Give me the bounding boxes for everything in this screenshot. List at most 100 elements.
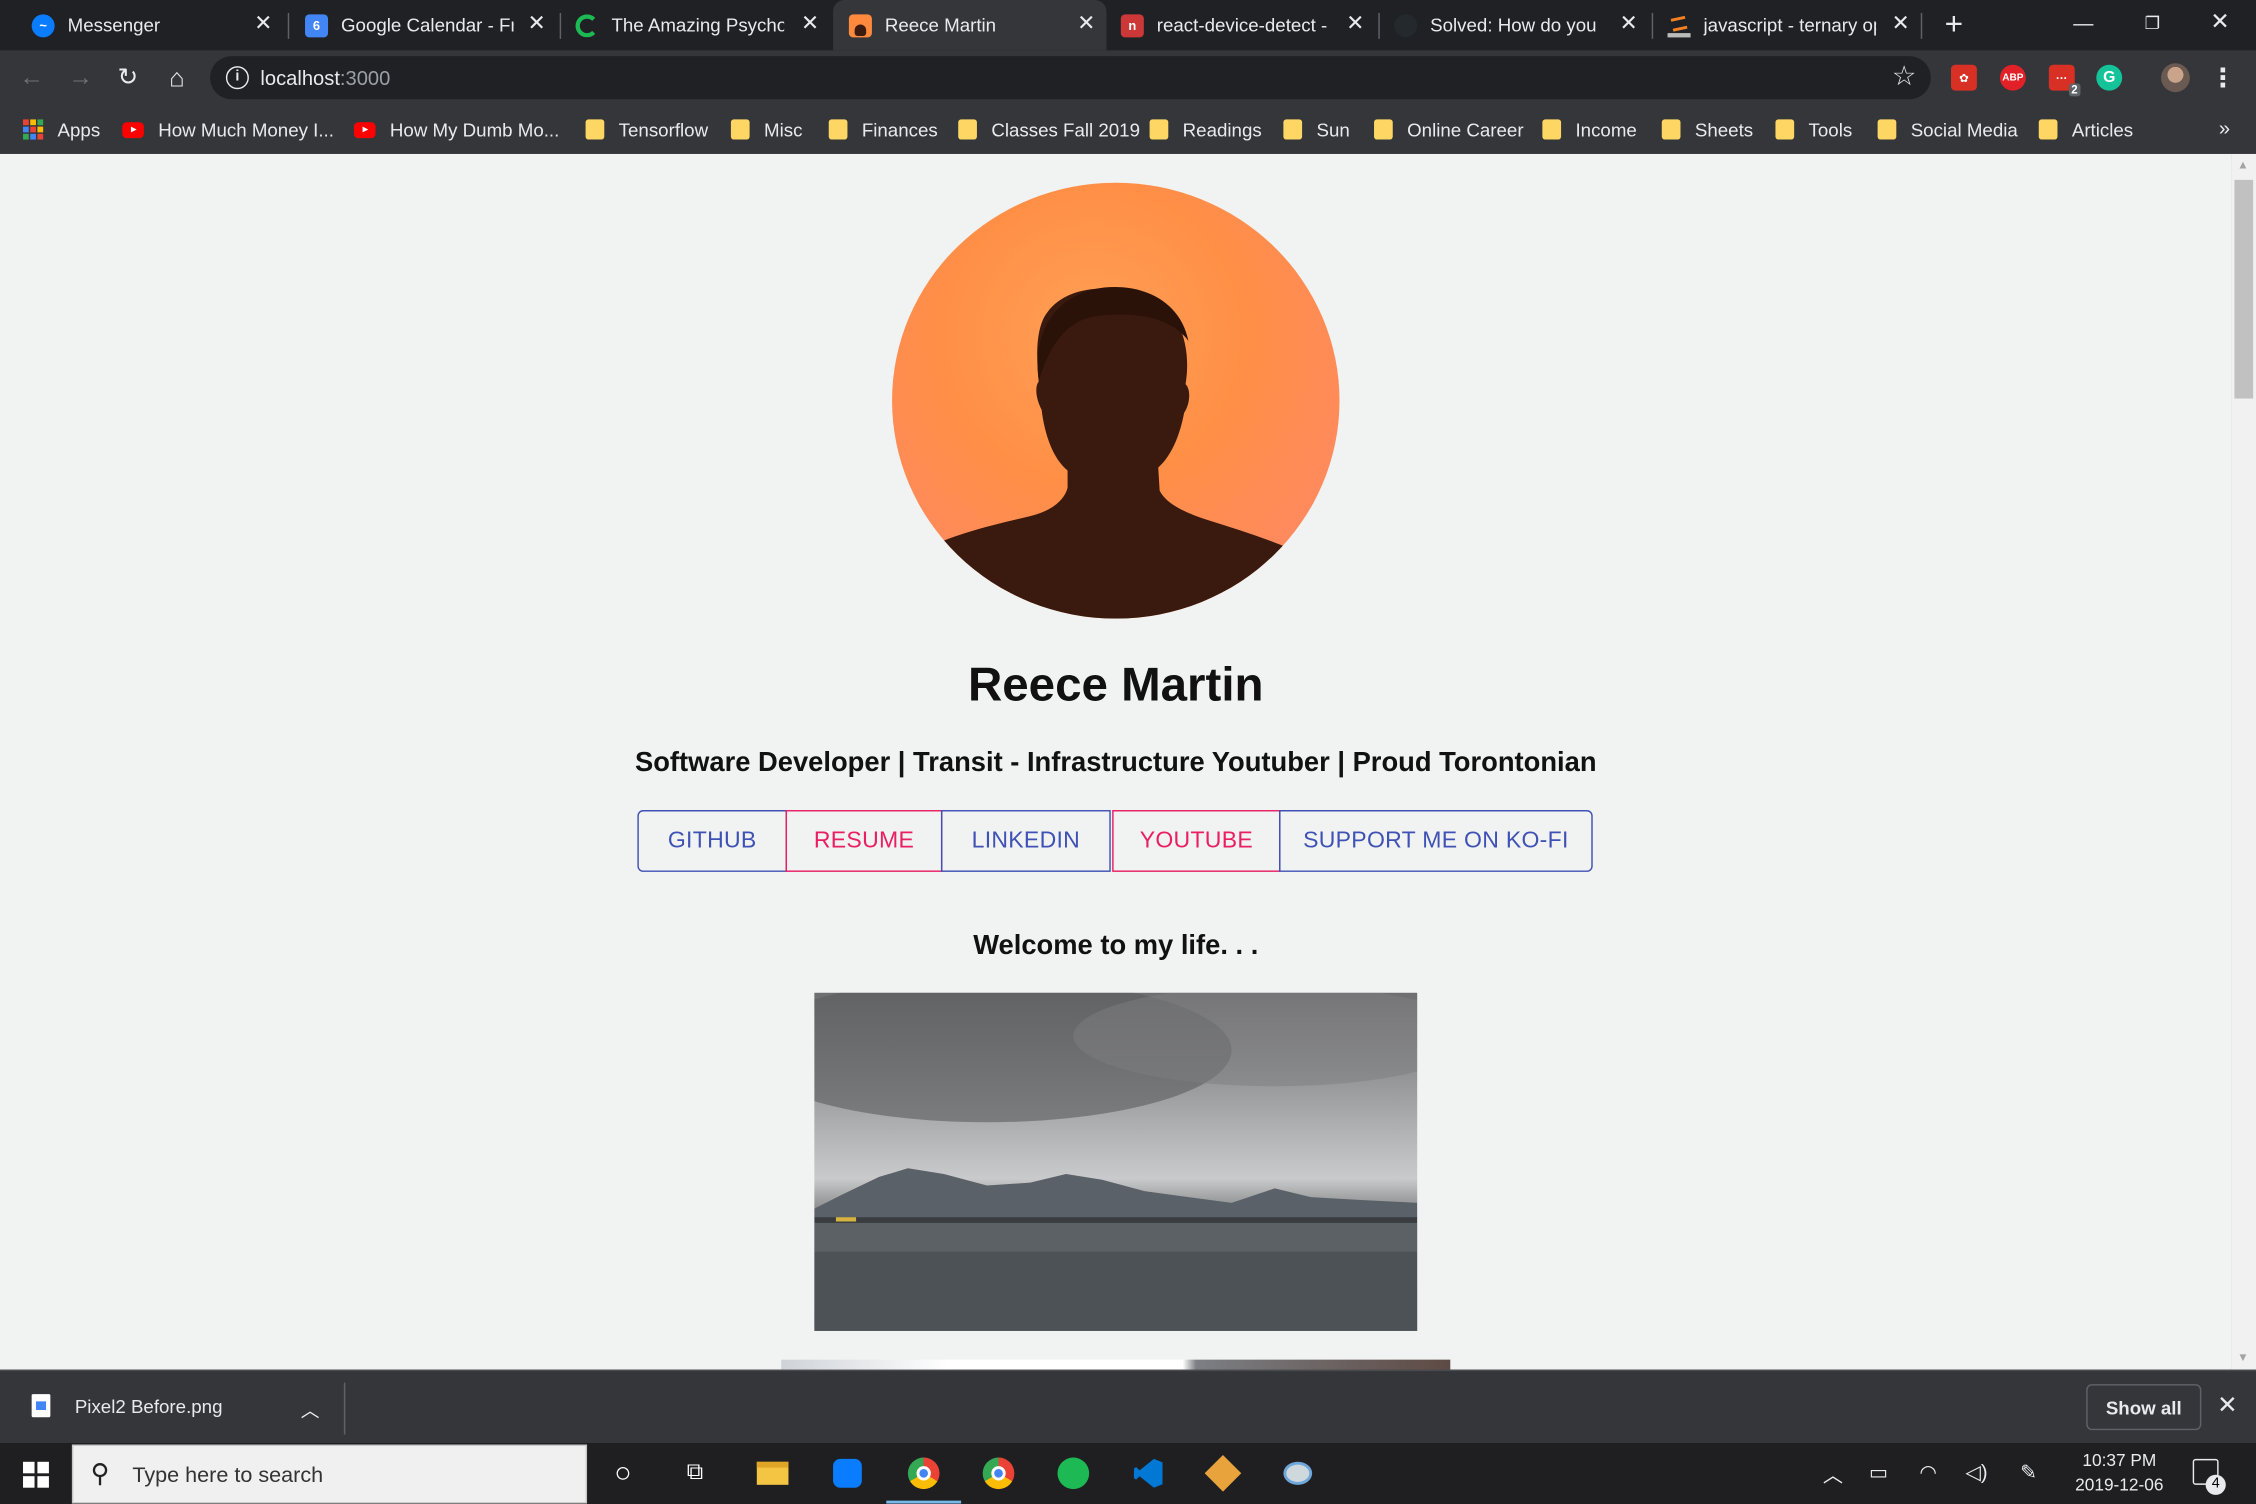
bookmark-label: Articles xyxy=(2071,118,2134,141)
close-tab-icon[interactable]: ✕ xyxy=(1344,12,1367,36)
apps-icon xyxy=(23,119,44,140)
extension-badge-icon[interactable]: ··· 2 xyxy=(2048,64,2081,97)
close-tab-icon[interactable]: ✕ xyxy=(1889,12,1912,36)
tab-strip: ~ Messenger ✕ 6 Google Calendar - Frid ✕… xyxy=(0,0,2256,51)
active-app-indicator xyxy=(886,1500,962,1504)
windows-start-icon[interactable] xyxy=(23,1461,49,1488)
reload-button[interactable]: ↻ xyxy=(111,60,146,95)
bookmark-folder-sheets[interactable]: Sheets xyxy=(1661,115,1753,144)
task-view-icon[interactable]: ⧉ xyxy=(676,1455,713,1492)
bookmark-how-much-money[interactable]: How Much Money I... xyxy=(122,115,334,144)
bookmark-folder-articles[interactable]: Articles xyxy=(2038,115,2134,144)
tab-github-solved[interactable]: Solved: How do you p ✕ xyxy=(1383,0,1649,50)
close-tab-icon[interactable]: ✕ xyxy=(1075,12,1098,36)
notification-count-badge: 4 xyxy=(2205,1474,2226,1495)
bookmark-how-my-dumb[interactable]: How My Dumb Mo... xyxy=(353,115,559,144)
wifi-icon[interactable]: ◠ xyxy=(1919,1460,1937,1484)
chevron-up-icon[interactable]: ︿ xyxy=(301,1396,320,1423)
chrome-icon[interactable] xyxy=(980,1455,1017,1492)
close-tab-icon[interactable]: ✕ xyxy=(1617,12,1640,36)
bookmark-folder-classes[interactable]: Classes Fall 2019 xyxy=(958,115,1140,144)
tray-chevron-up-icon[interactable]: ︿ xyxy=(1823,1460,1843,1489)
back-button[interactable]: ← xyxy=(14,60,49,95)
bookmark-folder-tools[interactable]: Tools xyxy=(1775,115,1852,144)
folder-icon xyxy=(1775,119,1795,140)
minimize-button[interactable]: — xyxy=(2050,6,2116,41)
tab-separator xyxy=(1920,12,1923,39)
volume-icon[interactable]: ◁) xyxy=(1965,1460,1987,1484)
bookmark-label: Classes Fall 2019 xyxy=(991,118,1140,141)
url-port: :3000 xyxy=(339,66,391,90)
windows-taskbar: ⚲ Type here to search ○ ⧉ ︿ ▭ ◠ ◁) ✎ 10:… xyxy=(0,1443,2256,1504)
download-shelf: Pixel2 Before.png ︿ Show all ✕ xyxy=(0,1369,2256,1444)
window-close-button[interactable]: ✕ xyxy=(2187,6,2253,41)
bookmark-label: How Much Money I... xyxy=(158,118,334,141)
tab-stackoverflow[interactable]: javascript - ternary op ✕ xyxy=(1655,0,1921,50)
tab-reece-martin[interactable]: Reece Martin ✕ xyxy=(833,0,1107,51)
extension-red-icon[interactable]: ✿ xyxy=(1950,64,1977,91)
bookmark-star-icon[interactable]: ☆ xyxy=(1892,60,1917,93)
bookmark-folder-readings[interactable]: Readings xyxy=(1149,115,1262,144)
scroll-down-icon[interactable]: ▼ xyxy=(2237,1351,2248,1364)
bookmark-folder-finances[interactable]: Finances xyxy=(828,115,938,144)
vscode-icon[interactable] xyxy=(1129,1455,1166,1492)
download-filename: Pixel2 Before.png xyxy=(74,1394,223,1417)
home-button[interactable]: ⌂ xyxy=(160,60,195,95)
more-bookmarks-icon[interactable]: » xyxy=(2219,117,2230,140)
cortana-icon[interactable]: ○ xyxy=(604,1455,641,1492)
folder-icon xyxy=(585,119,605,140)
profile-photo xyxy=(892,182,1340,619)
tab-title: Solved: How do you p xyxy=(1430,14,1603,36)
close-shelf-icon[interactable]: ✕ xyxy=(2217,1391,2238,1420)
adblock-plus-icon[interactable]: ABP xyxy=(1999,64,2026,91)
tab-separator xyxy=(1378,12,1380,39)
github-button[interactable]: GITHUB xyxy=(637,810,788,872)
messenger-app-icon[interactable] xyxy=(829,1455,866,1492)
pen-icon[interactable]: ✎ xyxy=(2020,1460,2037,1484)
bookmark-folder-income[interactable]: Income xyxy=(1542,115,1637,144)
folder-icon xyxy=(2038,119,2058,140)
bookmark-folder-social-media[interactable]: Social Media xyxy=(1877,115,2018,144)
clock-time: 10:37 PM xyxy=(2082,1450,2157,1471)
bookmark-apps[interactable]: Apps xyxy=(23,115,100,144)
chrome-icon[interactable] xyxy=(905,1455,942,1492)
bookmark-folder-tensorflow[interactable]: Tensorflow xyxy=(585,115,708,144)
grammarly-icon[interactable]: G xyxy=(2096,64,2123,91)
paint-icon[interactable] xyxy=(1279,1455,1316,1492)
show-all-button[interactable]: Show all xyxy=(2086,1384,2202,1431)
spotify-icon[interactable] xyxy=(1055,1455,1092,1492)
close-tab-icon[interactable]: ✕ xyxy=(525,12,548,36)
address-bar[interactable]: i localhost:3000 ☆ xyxy=(210,56,1931,100)
tab-psychology[interactable]: The Amazing Psycholo ✕ xyxy=(564,0,830,50)
tab-react-device-detect[interactable]: n react-device-detect - n ✕ xyxy=(1109,0,1375,50)
git-kraken-icon[interactable] xyxy=(1204,1454,1242,1492)
taskbar-clock[interactable]: 10:37 PM 2019-12-06 xyxy=(2066,1449,2172,1498)
forward-button[interactable]: → xyxy=(63,60,98,95)
restore-button[interactable]: ❐ xyxy=(2119,6,2185,41)
address-url[interactable]: localhost:3000 xyxy=(260,66,390,89)
download-item[interactable]: Pixel2 Before.png xyxy=(31,1394,223,1418)
menu-kebab-icon[interactable]: ⋮ xyxy=(2206,60,2241,95)
file-explorer-icon[interactable] xyxy=(754,1455,791,1492)
bookmark-folder-online-career[interactable]: Online Career xyxy=(1374,115,1524,144)
bookmark-folder-sun[interactable]: Sun xyxy=(1283,115,1350,144)
site-info-icon[interactable]: i xyxy=(225,66,249,90)
ko-fi-button[interactable]: SUPPORT ME ON KO-FI xyxy=(1279,810,1593,872)
tab-messenger[interactable]: ~ Messenger ✕ xyxy=(17,0,283,50)
scroll-up-icon[interactable]: ▲ xyxy=(2237,158,2248,171)
close-tab-icon[interactable]: ✕ xyxy=(252,12,275,36)
folder-icon xyxy=(1283,119,1303,140)
bookmark-folder-misc[interactable]: Misc xyxy=(730,115,802,144)
taskbar-search[interactable]: ⚲ Type here to search xyxy=(71,1444,588,1504)
scrollbar-thumb[interactable] xyxy=(2234,179,2254,399)
page-scrollbar[interactable]: ▲ ▼ xyxy=(2231,153,2256,1370)
youtube-icon xyxy=(122,121,144,138)
profile-avatar-icon[interactable] xyxy=(2161,63,2190,93)
battery-icon[interactable]: ▭ xyxy=(1869,1460,1888,1484)
youtube-button[interactable]: YOUTUBE xyxy=(1112,810,1281,872)
close-tab-icon[interactable]: ✕ xyxy=(799,12,822,36)
linkedin-button[interactable]: LINKEDIN xyxy=(940,810,1111,872)
tab-google-calendar[interactable]: 6 Google Calendar - Frid ✕ xyxy=(291,0,557,50)
new-tab-button[interactable]: + xyxy=(1938,8,1970,41)
resume-button[interactable]: RESUME xyxy=(785,810,943,872)
